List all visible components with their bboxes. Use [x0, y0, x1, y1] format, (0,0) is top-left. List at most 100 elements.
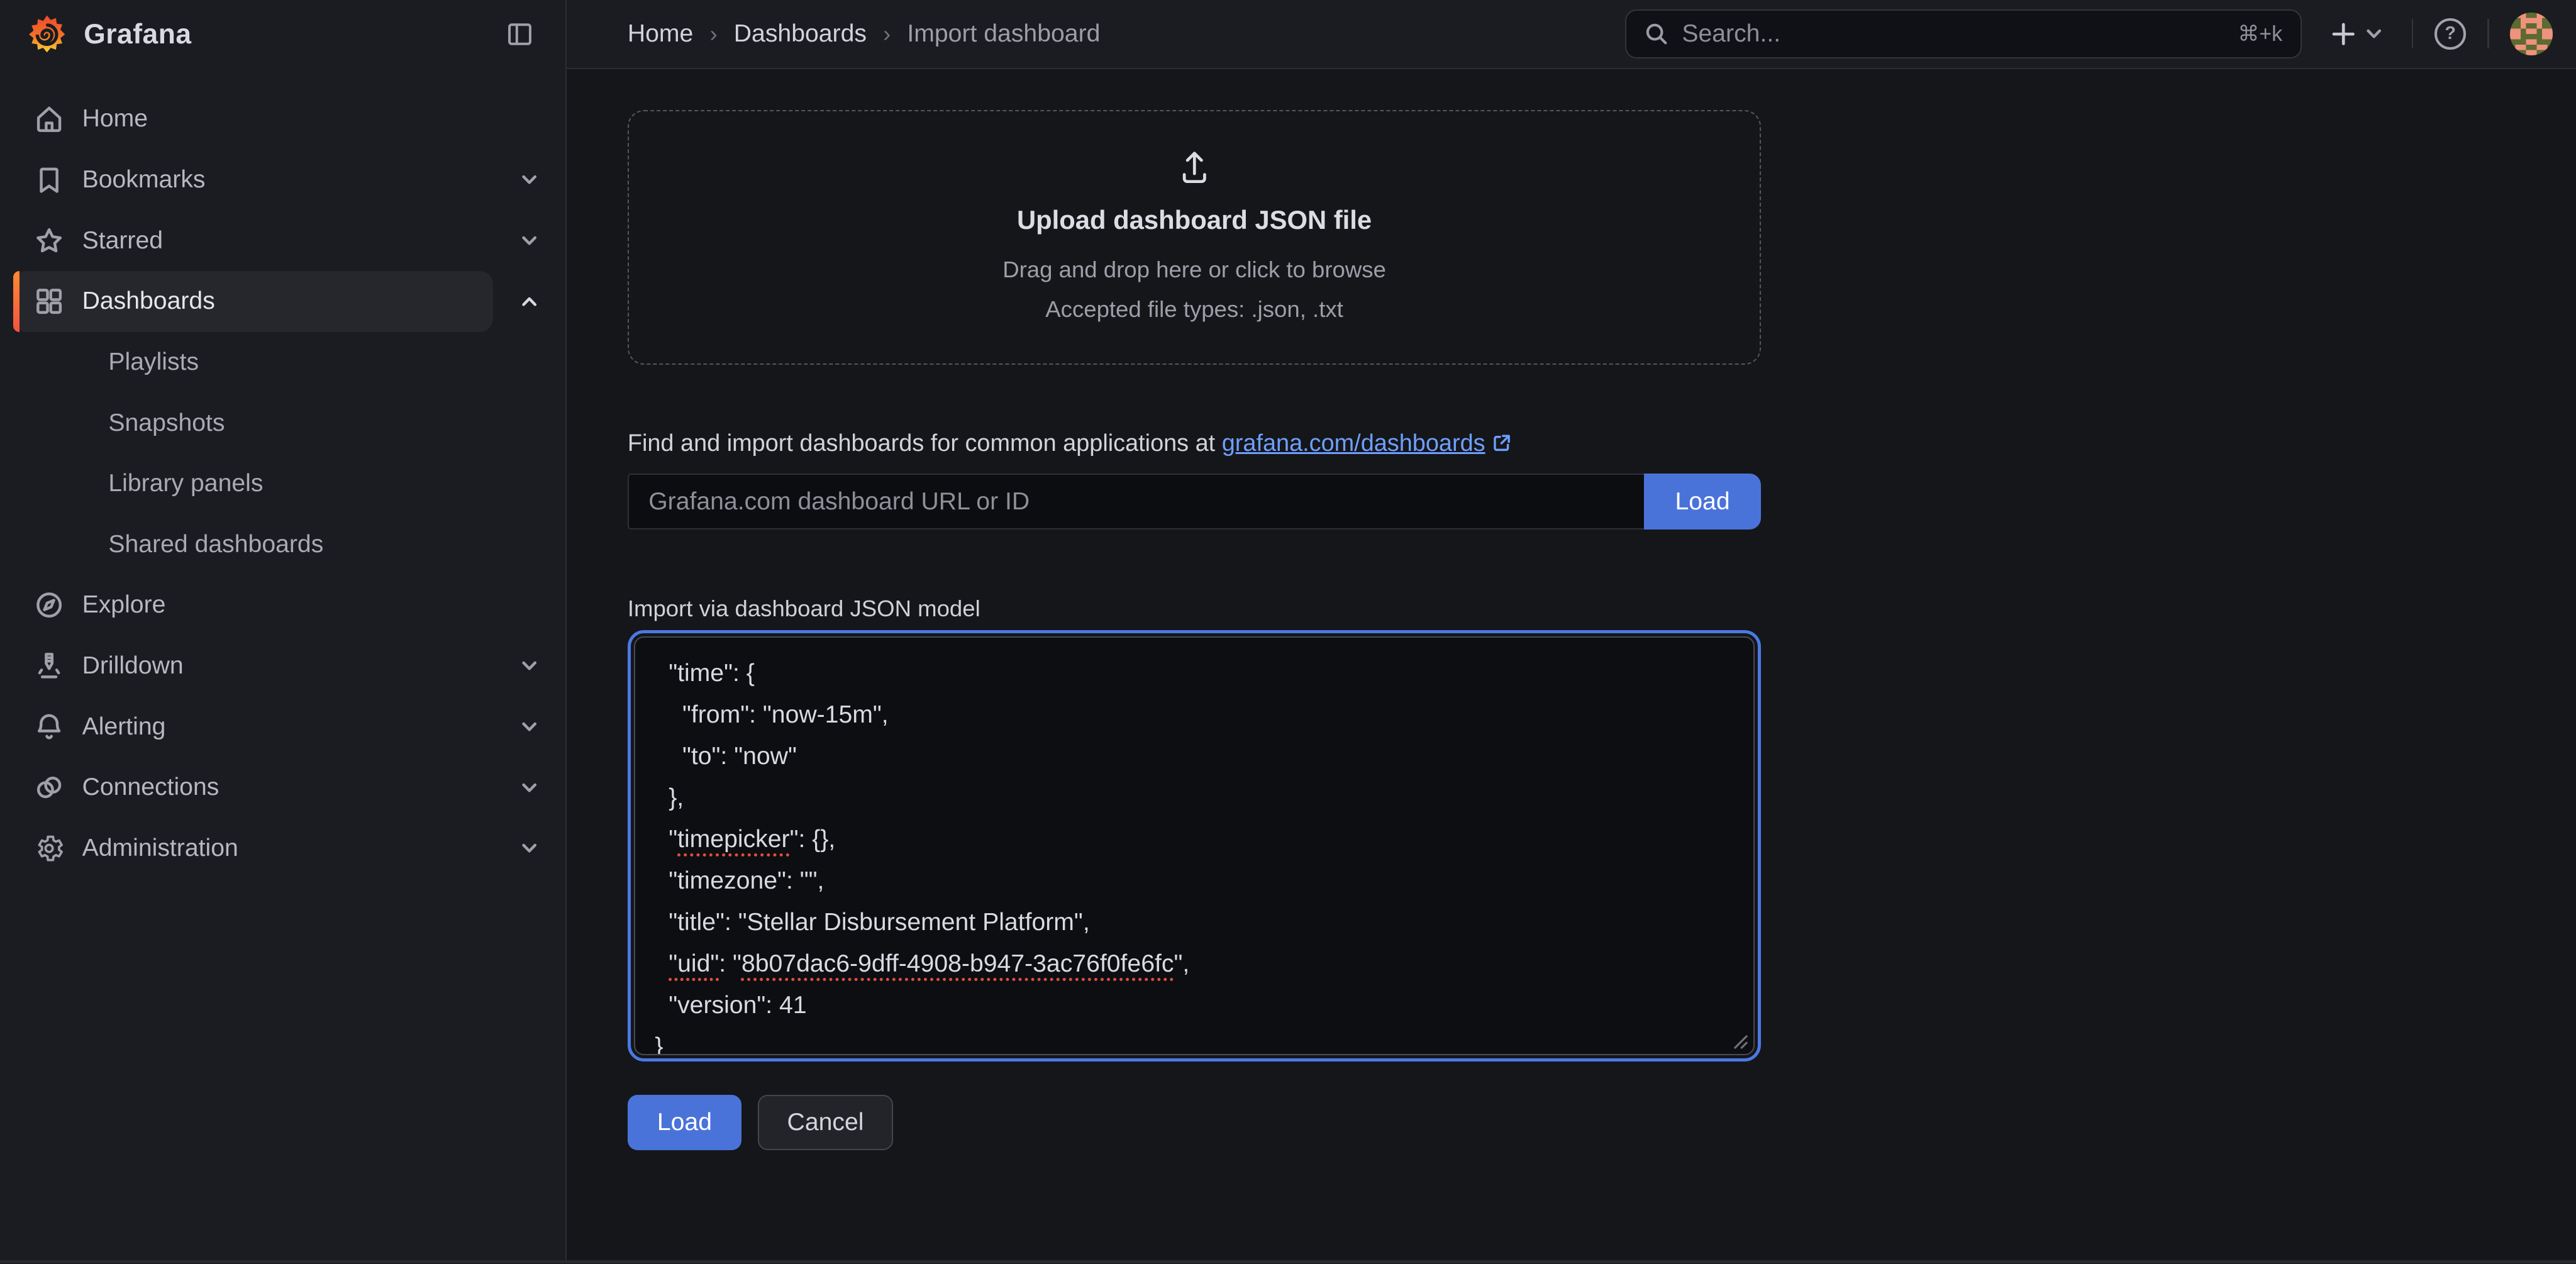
topbar-divider	[2412, 19, 2414, 48]
grafana-import-dashboard-page: Grafana Home	[0, 0, 2576, 1263]
avatar-pixel-art	[2510, 13, 2553, 55]
sidebar-item-label: Dashboards	[82, 287, 215, 315]
grafana-dashboards-link[interactable]: grafana.com/dashboards	[1222, 430, 1485, 457]
json-editor-focus-ring: "time": { "from": "now-15m", "to": "now"…	[628, 630, 1761, 1062]
chevron-down-icon	[519, 170, 539, 189]
chevron-down-icon	[519, 717, 539, 736]
chevron-down-icon	[519, 656, 539, 675]
sidebar-item-label: Explore	[82, 591, 166, 619]
breadcrumb-current: Import dashboard	[907, 20, 1100, 48]
plus-icon	[2329, 20, 2357, 48]
bookmark-icon	[33, 164, 65, 196]
gcom-description: Find and import dashboards for common ap…	[628, 430, 1761, 457]
breadcrumb-dashboards[interactable]: Dashboards	[734, 20, 867, 48]
bookmarks-expand-button[interactable]	[493, 150, 565, 211]
drilldown-expand-button[interactable]	[493, 636, 565, 697]
sidebar-item-bookmarks[interactable]: Bookmarks	[0, 150, 565, 211]
sidebar-item-dashboards[interactable]: Dashboards	[0, 271, 565, 332]
sidebar-item-explore[interactable]: Explore	[0, 575, 565, 636]
sidebar-item-label: Starred	[82, 227, 163, 255]
chevron-down-icon	[519, 778, 539, 797]
gcom-description-text: Find and import dashboards for common ap…	[628, 430, 1222, 457]
import-dashboard-content: Upload dashboard JSON file Drag and drop…	[567, 69, 2576, 1151]
sidebar-item-administration[interactable]: Administration	[0, 818, 565, 879]
sidebar-item-alerting[interactable]: Alerting	[0, 696, 565, 757]
form-actions: Load Cancel	[628, 1095, 2576, 1151]
user-avatar[interactable]	[2510, 13, 2553, 55]
gcom-url-input[interactable]	[628, 474, 1644, 529]
gcom-url-row: Load	[628, 474, 1761, 529]
search-shortcut: ⌘+k	[2238, 21, 2282, 47]
breadcrumb-separator: ›	[709, 21, 717, 47]
dashboards-icon	[33, 285, 65, 318]
dock-sidebar-button[interactable]	[500, 15, 540, 55]
alerting-expand-button[interactable]	[493, 696, 565, 757]
sidebar-item-label: Playlists	[108, 348, 199, 376]
chevron-down-icon	[519, 838, 539, 858]
bell-icon	[33, 711, 65, 743]
grafana-logo-icon	[26, 14, 67, 55]
breadcrumb-separator: ›	[883, 21, 891, 47]
json-editor-textarea[interactable]: "time": { "from": "now-15m", "to": "now"…	[634, 636, 1755, 1055]
sidebar-item-shared-dashboards[interactable]: Shared dashboards	[0, 514, 565, 575]
search-placeholder: Search...	[1682, 20, 1780, 48]
upload-icon	[1172, 146, 1217, 191]
external-link-icon	[1492, 433, 1511, 453]
gear-icon	[33, 832, 65, 865]
administration-expand-button[interactable]	[493, 818, 565, 879]
sidebar-item-starred[interactable]: Starred	[0, 210, 565, 271]
json-editor-content: "time": { "from": "now-15m", "to": "now"…	[655, 653, 1733, 1056]
search-input[interactable]: Search... ⌘+k	[1625, 9, 2302, 58]
sidebar-item-label: Library panels	[108, 470, 263, 497]
search-icon	[1644, 21, 1668, 46]
sidebar-item-snapshots[interactable]: Snapshots	[0, 392, 565, 453]
resize-handle[interactable]	[1730, 1031, 1748, 1050]
json-model-label: Import via dashboard JSON model	[628, 596, 1761, 622]
sidebar-nav: Home Bookmarks	[0, 69, 565, 879]
sidebar-item-label: Drilldown	[82, 652, 184, 680]
gcom-load-button[interactable]: Load	[1644, 474, 1761, 529]
sidebar-item-home[interactable]: Home	[0, 89, 565, 150]
sidebar-item-label: Home	[82, 105, 148, 133]
sidebar-item-label: Snapshots	[108, 409, 225, 437]
sidebar-item-connections[interactable]: Connections	[0, 757, 565, 818]
app-name: Grafana	[84, 19, 191, 50]
sidebar-item-library-panels[interactable]: Library panels	[0, 453, 565, 514]
load-button[interactable]: Load	[628, 1095, 741, 1151]
breadcrumb: Home › Dashboards › Import dashboard	[628, 20, 1101, 48]
star-icon	[33, 225, 65, 257]
connections-icon	[33, 771, 65, 804]
upload-hint: Drag and drop here or click to browse	[1002, 257, 1386, 283]
connections-expand-button[interactable]	[493, 757, 565, 818]
cancel-button[interactable]: Cancel	[758, 1095, 893, 1151]
dock-sidebar-icon	[505, 19, 535, 49]
topbar-divider	[2487, 19, 2489, 48]
sidebar-item-label: Shared dashboards	[108, 531, 323, 558]
chevron-down-icon	[2364, 24, 2384, 43]
chevron-up-icon	[519, 292, 539, 311]
sidebar: Grafana Home	[0, 0, 567, 1263]
sidebar-item-label: Connections	[82, 773, 219, 801]
question-mark-icon: ?	[2445, 23, 2456, 44]
sidebar-item-label: Administration	[82, 834, 238, 862]
chevron-down-icon	[519, 231, 539, 250]
help-button[interactable]: ?	[2434, 18, 2466, 50]
starred-expand-button[interactable]	[493, 210, 565, 271]
main-column: Home › Dashboards › Import dashboard Sea…	[567, 0, 2576, 1263]
upload-title: Upload dashboard JSON file	[1017, 205, 1372, 235]
upload-dropzone[interactable]: Upload dashboard JSON file Drag and drop…	[628, 110, 1761, 365]
sidebar-item-label: Alerting	[82, 713, 166, 741]
sidebar-item-label: Bookmarks	[82, 166, 206, 194]
sidebar-header: Grafana	[0, 0, 565, 69]
sidebar-item-drilldown[interactable]: Drilldown	[0, 636, 565, 697]
window-bottom-edge	[0, 1260, 2576, 1263]
dashboards-collapse-button[interactable]	[493, 271, 565, 332]
compass-icon	[33, 589, 65, 621]
sidebar-item-playlists[interactable]: Playlists	[0, 332, 565, 393]
breadcrumb-home[interactable]: Home	[628, 20, 694, 48]
new-menu-button[interactable]	[2323, 13, 2390, 54]
topbar-actions: Search... ⌘+k ?	[1625, 9, 2553, 58]
home-icon	[33, 103, 65, 135]
drilldown-icon	[33, 650, 65, 682]
upload-accepted-types: Accepted file types: .json, .txt	[1045, 296, 1343, 323]
